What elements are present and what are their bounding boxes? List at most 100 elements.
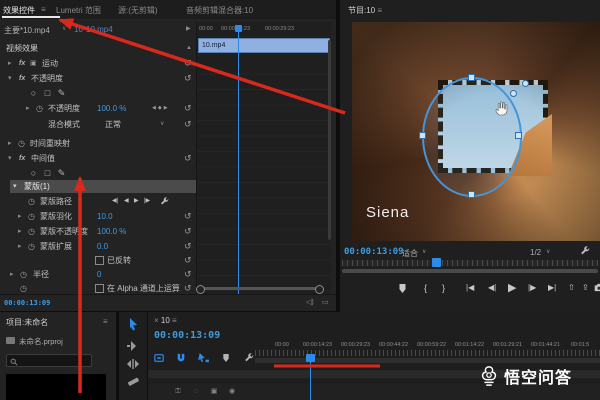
twirl-icon[interactable]: ▸: [10, 267, 14, 282]
tab-project[interactable]: 项目:未命名 ≡: [6, 317, 53, 328]
reset-icon[interactable]: ↺: [184, 209, 192, 224]
go-to-in-icon[interactable]: |◀: [466, 283, 474, 292]
zoom-level-select[interactable]: 适合: [402, 248, 418, 259]
effect-row-opacity-param[interactable]: ▸ ◷ 不透明度 100.0 % ◀◆▶ ↺: [0, 101, 196, 116]
effect-row-blend-mode[interactable]: 混合模式 正常 ∨ ↺: [0, 117, 196, 132]
ellipse-mask-icon[interactable]: ○: [28, 168, 39, 179]
nest-sequence-icon[interactable]: [154, 353, 164, 363]
track-badge-icon[interactable]: ▣: [210, 388, 218, 396]
reset-icon[interactable]: ↺: [184, 101, 192, 116]
tab-effect-controls[interactable]: 效果控件: [3, 5, 35, 16]
collapse-right-icon[interactable]: ▶: [186, 25, 191, 32]
add-marker-icon[interactable]: [398, 283, 407, 294]
twirl-icon[interactable]: ▸: [26, 101, 30, 116]
mask-vertex-handle[interactable]: [515, 132, 522, 139]
effect-panel-timecode[interactable]: 00:00:13:09: [4, 299, 50, 307]
keyframe-zoom-slider[interactable]: [200, 287, 320, 290]
effect-row-radius[interactable]: ▸ ◷ 半径 0 ↺: [0, 267, 196, 282]
mask-feather-handle[interactable]: [510, 90, 517, 97]
lift-icon[interactable]: ⇧: [568, 283, 575, 292]
stopwatch-icon[interactable]: ◷: [28, 194, 35, 209]
chevron-down-icon[interactable]: ∨: [546, 248, 550, 255]
pen-mask-icon[interactable]: ✎: [56, 168, 67, 179]
panel-menu-icon[interactable]: ≡: [103, 317, 108, 326]
tab-audio-clip-mixer[interactable]: 音频剪辑混合器:10: [186, 5, 253, 16]
add-marker-icon[interactable]: [222, 353, 230, 363]
search-input[interactable]: [6, 354, 92, 367]
collapse-up-icon[interactable]: ▲: [186, 41, 192, 56]
razor-tool[interactable]: [125, 374, 141, 388]
track-target-icon[interactable]: ◉: [228, 388, 236, 396]
sequence-clip-label[interactable]: 10*10.mp4: [74, 25, 113, 34]
project-thumbnail[interactable]: [6, 374, 106, 400]
twirl-icon[interactable]: ▸: [8, 56, 12, 71]
snap-magnet-icon[interactable]: [176, 353, 186, 363]
effect-row-time-remap[interactable]: ▸ ◷ 时间重映射: [0, 136, 196, 151]
effect-playhead-head[interactable]: [235, 25, 242, 32]
program-video-frame[interactable]: Siena: [352, 22, 600, 241]
chevron-down-icon[interactable]: ∨: [62, 25, 66, 32]
chevron-down-icon[interactable]: ∨: [422, 248, 426, 255]
master-clip-label[interactable]: 主要*10.mp4: [4, 25, 50, 36]
effect-row-motion[interactable]: ▸ fx ▣ 运动 ↺: [0, 56, 196, 71]
inverted-checkbox[interactable]: [95, 256, 104, 265]
panel-menu-icon[interactable]: ≡: [377, 6, 382, 15]
tab-program-monitor[interactable]: 节目:10 ≡: [348, 5, 382, 16]
stopwatch-icon[interactable]: ◷: [28, 239, 35, 254]
effect-row-mask-path[interactable]: ◷ 蒙版路径 ◀| ◀ ▶ |▶: [0, 194, 196, 209]
panel-options-icon[interactable]: ▭: [322, 298, 329, 306]
mask-expansion-value[interactable]: 0.0: [97, 239, 108, 254]
extract-icon[interactable]: ⇪: [582, 283, 589, 292]
export-frame-icon[interactable]: [594, 283, 600, 292]
effect-panel-scrollbar[interactable]: [328, 40, 331, 240]
mask-vertex-handle[interactable]: [468, 191, 475, 198]
chevron-down-icon[interactable]: ∨: [160, 117, 164, 132]
selection-tool[interactable]: [125, 318, 141, 332]
effect-row-mask-opacity[interactable]: ▸ ◷ 蒙版不透明度 100.0 % ↺: [0, 224, 196, 239]
reset-icon[interactable]: ↺: [184, 71, 192, 86]
track-mask-forward-icon[interactable]: ▶: [134, 194, 139, 209]
reset-icon[interactable]: ↺: [184, 267, 192, 282]
twirl-icon[interactable]: ▸: [18, 224, 22, 239]
program-timecode[interactable]: 00:00:13:09: [344, 247, 404, 257]
stopwatch-icon[interactable]: ◷: [28, 209, 35, 224]
track-select-forward-tool[interactable]: [125, 338, 141, 352]
mask-feather-value[interactable]: 10.0: [97, 209, 113, 224]
mask-ellipse-outline[interactable]: [422, 77, 522, 197]
reset-icon[interactable]: ↺: [184, 151, 192, 166]
close-icon[interactable]: ×: [154, 316, 159, 325]
timeline-playhead-line[interactable]: [310, 356, 311, 400]
blend-mode-value[interactable]: 正常: [105, 117, 121, 132]
play-icon[interactable]: ▶: [508, 281, 516, 294]
effect-row-mask-expansion[interactable]: ▸ ◷ 蒙版扩展 0.0 ↺: [0, 239, 196, 254]
fx-badge-icon[interactable]: fx: [19, 56, 25, 71]
twirl-icon[interactable]: ▾: [13, 180, 17, 193]
reset-icon[interactable]: ↺: [184, 224, 192, 239]
fx-badge-icon[interactable]: fx: [19, 71, 25, 86]
track-mask-back-one-icon[interactable]: ◀|: [112, 194, 118, 209]
rect-mask-icon[interactable]: □: [42, 88, 53, 99]
play-audio-icon[interactable]: ◁): [306, 298, 314, 306]
radius-value[interactable]: 0: [97, 267, 101, 282]
track-mask-back-icon[interactable]: ◀: [124, 194, 129, 209]
step-forward-icon[interactable]: |▶: [528, 283, 536, 292]
effect-mini-ruler[interactable]: 00:00 00:00:14:23 00:00:29:23: [197, 22, 331, 36]
stopwatch-icon[interactable]: ◷: [36, 101, 43, 116]
linked-selection-icon[interactable]: [198, 353, 209, 363]
twirl-icon[interactable]: ▸: [8, 136, 12, 151]
mark-in-icon[interactable]: {: [424, 283, 427, 293]
program-scrubber[interactable]: [342, 260, 598, 266]
sync-lock-icon[interactable]: ◌: [192, 388, 200, 396]
project-file-item[interactable]: 未命名.prproj: [6, 336, 63, 347]
program-zoom-scrollbar[interactable]: [342, 269, 598, 273]
wrench-icon[interactable]: [580, 246, 590, 256]
program-playhead[interactable]: [432, 258, 441, 267]
panel-menu-icon[interactable]: ≡: [172, 316, 177, 325]
playback-resolution-select[interactable]: 1/2: [530, 248, 541, 257]
track-mask-forward-one-icon[interactable]: |▶: [144, 194, 150, 209]
wrench-icon[interactable]: [160, 197, 169, 206]
rect-mask-icon[interactable]: □: [42, 168, 53, 179]
stopwatch-icon[interactable]: ◷: [20, 267, 27, 282]
reset-icon[interactable]: ↺: [184, 239, 192, 254]
tab-source-monitor[interactable]: 源:(无剪辑): [118, 5, 158, 16]
